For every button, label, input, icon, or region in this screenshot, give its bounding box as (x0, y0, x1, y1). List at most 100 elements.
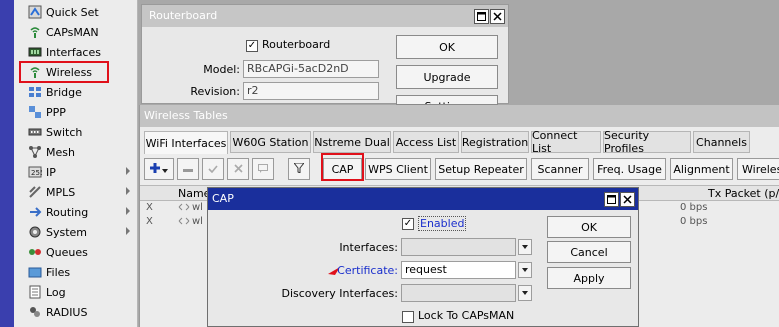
alignment-button[interactable]: Alignment (670, 158, 733, 180)
disable-button[interactable] (227, 158, 249, 180)
sidebar-item-label: IP (46, 165, 56, 179)
switch-icon (27, 124, 43, 140)
certificate-label: Certificate: (337, 264, 398, 277)
sidebar-item-label: System (46, 225, 88, 239)
gear-icon (27, 224, 43, 240)
vertical-brand-bar (0, 0, 14, 327)
sidebar-item-switch[interactable]: Switch (14, 122, 138, 142)
chevron-down-icon (522, 245, 528, 249)
enable-button[interactable] (202, 158, 224, 180)
log-icon (27, 284, 43, 300)
cap-ok-button[interactable]: OK (547, 216, 631, 238)
tab-connect-list[interactable]: Connect List (531, 129, 601, 155)
interfaces-dropdown-button[interactable] (518, 239, 532, 255)
chevron-down-icon (162, 163, 168, 176)
freq-usage-button[interactable]: Freq. Usage (593, 158, 666, 180)
interfaces-field[interactable] (401, 238, 516, 256)
cap-dialog-title: CAP (208, 188, 638, 210)
cap-dialog: CAP ✓ Enabled Interfaces: Certificate: r… (207, 187, 639, 327)
submenu-arrow-icon (126, 167, 130, 175)
certificate-dropdown-button[interactable] (518, 262, 532, 278)
routerboard-window: Routerboard ✓ Routerboard Model: RBcAPGi… (141, 4, 509, 105)
setup-repeater-button[interactable]: Setup Repeater (435, 158, 527, 180)
certificate-field[interactable]: request (401, 261, 516, 279)
check-icon (208, 163, 218, 176)
minus-icon (183, 163, 193, 176)
cap-cancel-button[interactable]: Cancel (547, 241, 631, 263)
tab-nstreme-dual[interactable]: Nstreme Dual (313, 131, 391, 153)
add-button[interactable] (144, 158, 174, 180)
x-icon (233, 163, 243, 176)
sidebar-item-log[interactable]: Log (14, 282, 138, 302)
sidebar-item-bridge[interactable]: Bridge (14, 82, 138, 102)
model-field[interactable]: RBcAPGi-5acD2nD (243, 60, 379, 78)
routerboard-ok-button[interactable]: OK (396, 35, 498, 59)
routerboard-window-title: Routerboard (142, 5, 508, 27)
row-flag: X (146, 202, 153, 213)
maximize-button[interactable] (604, 192, 619, 207)
sidebar-item-label: Quick Set (46, 5, 99, 19)
tab-access-list[interactable]: Access List (393, 131, 459, 153)
svg-text:255: 255 (31, 169, 42, 177)
sidebar-item-files[interactable]: Files (14, 262, 138, 282)
sidebar-menu: Quick Set CAPsMAN Interfaces Wireless Br… (14, 0, 138, 327)
maximize-button[interactable] (474, 9, 489, 24)
column-tx-packet[interactable]: Tx Packet (p/s (708, 187, 779, 200)
sidebar-item-label: CAPsMAN (46, 25, 99, 39)
interfaces-label: Interfaces: (339, 241, 398, 254)
routerboard-checkbox-label: Routerboard (262, 38, 331, 51)
filter-button[interactable] (288, 158, 310, 180)
sidebar-item-queues[interactable]: Queues (14, 242, 138, 262)
column-name[interactable]: Name (178, 187, 210, 200)
sidebar-item-ip[interactable]: 255 IP (14, 162, 138, 182)
tab-channels[interactable]: Channels (693, 131, 750, 153)
discovery-interfaces-field[interactable] (401, 284, 516, 302)
chevron-down-icon (522, 291, 528, 295)
sidebar-item-mpls[interactable]: MPLS (14, 182, 138, 202)
comment-button[interactable] (252, 158, 274, 180)
wireless-tables-title: Wireless Tables (140, 105, 779, 127)
tab-registration[interactable]: Registration (461, 131, 529, 153)
ppp-icon (27, 104, 43, 120)
sidebar-item-label: Mesh (46, 145, 75, 159)
wireless-sniffer-button[interactable]: Wireless (737, 158, 779, 180)
sidebar-item-radius[interactable]: RADIUS (14, 302, 138, 322)
sidebar-item-label: Queues (46, 245, 88, 259)
upgrade-button[interactable]: Upgrade (396, 65, 498, 89)
close-button[interactable] (490, 9, 505, 24)
discovery-interfaces-dropdown-button[interactable] (518, 285, 532, 301)
sidebar-item-quick-set[interactable]: Quick Set (14, 2, 138, 22)
enabled-label: Enabled (418, 216, 467, 231)
sidebar-item-label: MPLS (46, 185, 76, 199)
settings-button[interactable]: Settings (396, 95, 498, 105)
cap-apply-button[interactable]: Apply (547, 267, 631, 289)
toolbar: CAP WPS Client Setup Repeater Scanner Fr… (140, 155, 779, 183)
ip-icon: 255 (27, 164, 43, 180)
lock-to-capsman-label: Lock To CAPsMAN (418, 309, 515, 322)
close-button[interactable] (620, 192, 635, 207)
sidebar-item-routing[interactable]: Routing (14, 202, 138, 222)
tab-wifi-interfaces[interactable]: WiFi Interfaces (144, 131, 228, 154)
lock-to-capsman-checkbox[interactable] (402, 311, 414, 323)
scanner-button[interactable]: Scanner (531, 158, 589, 180)
wireless-interface-icon (178, 202, 190, 215)
routerboard-checkbox[interactable]: ✓ (246, 40, 258, 52)
sidebar-item-capsman[interactable]: CAPsMAN (14, 22, 138, 42)
sidebar-item-system[interactable]: System (14, 222, 138, 242)
bridge-icon (27, 84, 43, 100)
quick-set-icon (27, 4, 43, 20)
interfaces-icon (27, 44, 43, 60)
comment-icon (258, 163, 268, 176)
remove-button[interactable] (177, 158, 199, 180)
sidebar-item-mesh[interactable]: Mesh (14, 142, 138, 162)
sidebar-item-interfaces[interactable]: Interfaces (14, 42, 138, 62)
tab-w60g-station[interactable]: W60G Station (230, 131, 311, 153)
revision-field[interactable]: r2 (243, 82, 379, 100)
row-name: wl (192, 202, 203, 213)
sidebar-item-ppp[interactable]: PPP (14, 102, 138, 122)
cap-highlight-box (321, 153, 364, 181)
tab-security-profiles[interactable]: Security Profiles (603, 129, 691, 155)
enabled-checkbox[interactable]: ✓ (402, 218, 414, 230)
submenu-arrow-icon (126, 227, 130, 235)
wps-client-button[interactable]: WPS Client (365, 158, 431, 180)
